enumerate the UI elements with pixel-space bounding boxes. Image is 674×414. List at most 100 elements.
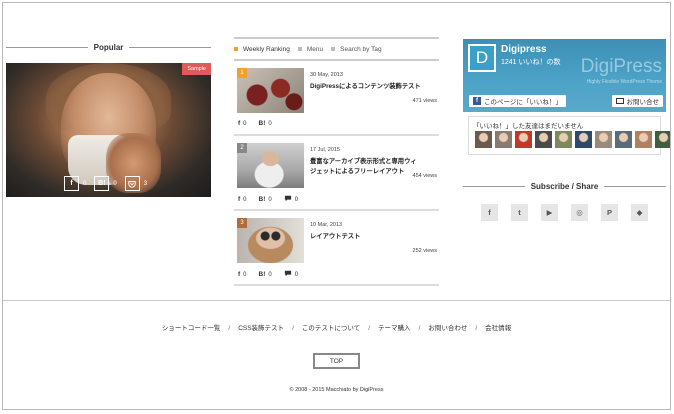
comment-count: 0 [294,271,299,278]
facebook-icon[interactable]: f [238,271,240,278]
footer-link[interactable]: このテストについて [302,325,360,332]
facebook-icon: f [473,97,481,105]
post-title[interactable]: DigiPressによるコンテンツ装飾テスト [310,82,438,92]
ranking-item: 2 17 Jul, 2015 豊富なアーカイブ表示形式と専用ウィジェットによるフ… [234,141,439,211]
rank-number: 2 [237,143,247,153]
hatena-bookmark-icon[interactable]: B! [259,196,266,203]
facebook-like-count: 1241 いいね！の数 [501,59,561,66]
hatena-count: 0 [268,120,272,127]
post-date: 17 Jul, 2015 [310,147,340,153]
post-share-bar: f 0 B! 0 0 [238,270,298,279]
ranking-thumbnail[interactable]: 3 [237,218,304,263]
cover-brand-text: DigiPress [580,56,662,77]
footer-link[interactable]: お問い合わせ [428,325,467,332]
footer-link[interactable]: テーマ購入 [378,325,411,332]
sidebar-right: D Digipress 1241 いいね！の数 DigiPress Highly… [463,39,670,221]
friend-avatar[interactable] [655,131,670,148]
post-share-bar: f 0 B! 0 [238,120,272,127]
footer-separator: / [418,325,421,332]
facebook-like-button[interactable]: f このページに「いいね！」 [469,95,566,107]
post-title[interactable]: 豊富なアーカイブ表示形式と専用ウィジェットによるフリーレイアウト [310,157,418,177]
cover-tagline: Highly Flexible WordPress Theme [586,79,662,85]
facebook-share-icon[interactable]: f [64,176,79,191]
post-date: 30 May, 2013 [310,72,343,78]
facebook-icon[interactable]: f [238,120,240,127]
friend-avatar[interactable] [595,131,612,148]
tab-search-by-tag[interactable]: Search by Tag [331,46,382,53]
popular-heading: Popular [6,41,211,53]
facebook-count: 0 [243,196,247,203]
ranking-item: 3 10 Mar, 2013 レイアウトテスト 252 views f 0 B!… [234,216,439,286]
like-button-label: このページに「いいね！」 [484,99,562,106]
friend-avatar[interactable] [535,131,552,148]
friends-message: 「いいね！」した友達はまだいません [473,123,584,130]
back-to-top-button[interactable]: TOP [313,353,360,369]
friend-avatar[interactable] [515,131,532,148]
facebook-count: 0 [243,120,247,127]
friend-avatars [475,131,670,148]
footer-separator: / [368,325,370,332]
rank-number: 1 [237,68,247,78]
pinterest-icon[interactable]: P [601,204,618,221]
post-title[interactable]: レイアウトテスト [310,232,438,242]
ranking-thumbnail[interactable]: 2 [237,143,304,188]
facebook-count: 0 [243,271,247,278]
footer-link[interactable]: 会社情報 [485,325,511,332]
social-icons: f t ▶ ◎ P ◆ [463,204,666,221]
youtube-icon[interactable]: ▶ [541,204,558,221]
ranking-section: Weekly Ranking Menu Search by Tag 1 30 M… [234,37,439,286]
popular-heading-text: Popular [93,42,124,52]
subscribe-heading-text: Subscribe / Share [530,181,599,191]
rank-number: 3 [237,218,247,228]
comment-icon[interactable] [284,195,292,204]
friend-avatar[interactable] [495,131,512,148]
subscribe-heading: Subscribe / Share [463,180,666,192]
tab-weekly-ranking[interactable]: Weekly Ranking [234,46,290,53]
friend-avatar[interactable] [635,131,652,148]
facebook-icon[interactable]: f [238,196,240,203]
view-count: 252 views [412,248,437,254]
ranking-thumbnail[interactable]: 1 [237,68,304,113]
popular-post-image[interactable]: Sample f 0 B! 0 3 [6,63,211,197]
ranking-tabs: Weekly Ranking Menu Search by Tag [234,39,439,59]
friend-avatar[interactable] [575,131,592,148]
facebook-count: 0 [83,180,87,187]
ranking-item: 1 30 May, 2013 DigiPressによるコンテンツ装飾テスト 47… [234,66,439,136]
hatena-bookmark-icon[interactable]: B! [94,176,110,191]
facebook-friends-box: 「いいね！」した友達はまだいません [468,116,670,155]
hatena-count: 0 [268,196,272,203]
friend-avatar[interactable] [555,131,572,148]
pocket-count: 3 [143,180,148,187]
facebook-page-widget: D Digipress 1241 いいね！の数 DigiPress Highly… [463,39,666,112]
hatena-bookmark-icon[interactable]: B! [259,271,266,278]
facebook-page-name[interactable]: Digipress [501,44,547,55]
friend-avatar[interactable] [475,131,492,148]
friend-avatar[interactable] [615,131,632,148]
page-frame: Popular Sample f 0 B! 0 3 Weekly Ranking… [2,2,671,410]
popular-share-bar: f 0 B! 0 3 [64,176,147,191]
footer-link[interactable]: ショートコード一覧 [162,325,221,332]
facebook-icon[interactable]: f [481,204,498,221]
instagram-icon[interactable]: ◎ [571,204,588,221]
footer-link[interactable]: CSS装飾テスト [238,325,284,332]
contact-button-label: お問い合せ [626,99,660,106]
sample-badge: Sample [182,63,211,75]
footer-separator: / [292,325,294,332]
comment-count: 0 [294,196,299,203]
feedly-icon[interactable]: ◆ [631,204,648,221]
pocket-icon[interactable] [124,176,140,191]
post-share-bar: f 0 B! 0 0 [238,195,298,204]
footer-nav: ショートコード一覧 / CSS装飾テスト / このテストについて / テーマ購入 / お問い合わ… [3,322,670,332]
view-count: 454 views [412,173,437,179]
contact-button[interactable]: お問い合せ [611,95,663,107]
twitter-icon[interactable]: t [511,204,528,221]
copyright: © 2008 - 2015 Macchiato by DigiPress [289,387,384,393]
footer-separator: / [475,325,478,332]
comment-icon[interactable] [284,270,292,279]
footer-divider [3,300,670,301]
hatena-count: 0 [113,180,117,187]
tab-menu[interactable]: Menu [297,46,323,53]
hatena-bookmark-icon[interactable]: B! [259,120,266,127]
post-date: 10 Mar, 2013 [310,222,343,228]
digipress-logo[interactable]: D [468,44,496,72]
